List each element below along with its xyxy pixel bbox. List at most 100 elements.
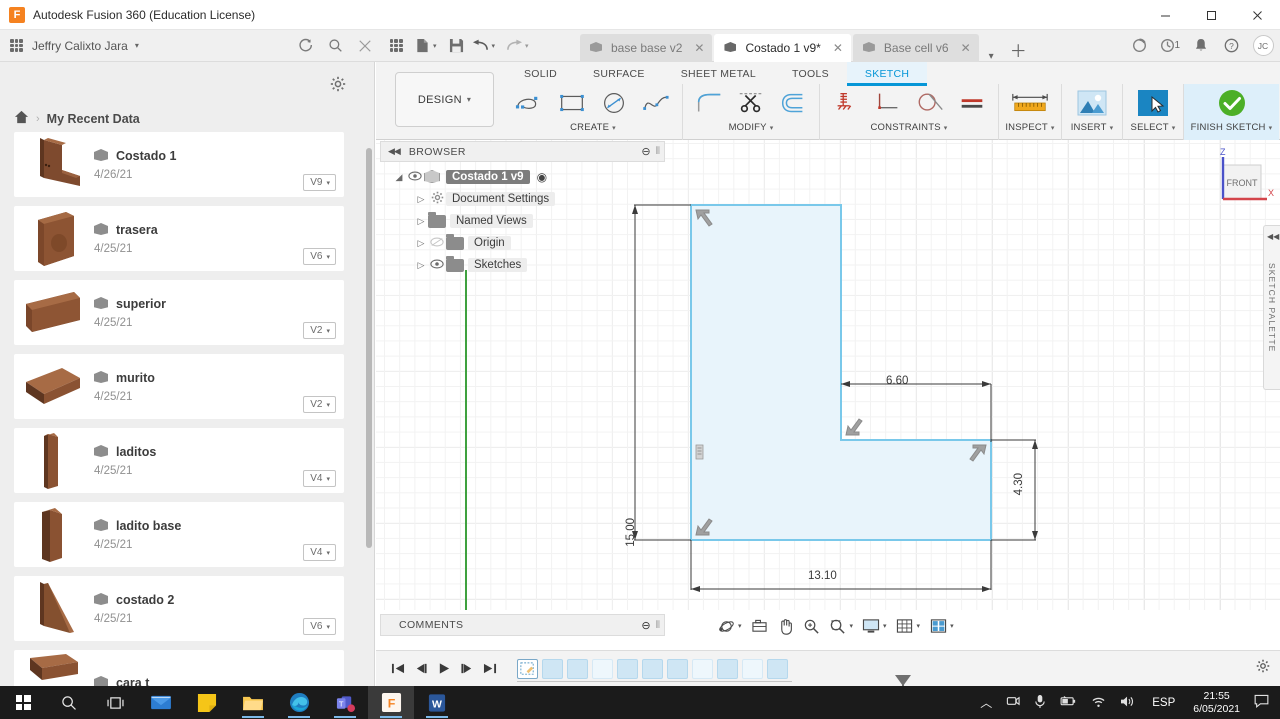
close-search-icon[interactable]: [350, 30, 380, 62]
version-selector[interactable]: V2 ▾: [303, 396, 336, 413]
dimension-value-total-width[interactable]: 13.10: [808, 570, 837, 582]
insert-image-icon[interactable]: [1067, 85, 1117, 121]
green-check-icon[interactable]: [1189, 85, 1274, 121]
data-panel-scrollbar[interactable]: [366, 148, 372, 548]
fillet-icon[interactable]: [688, 85, 730, 121]
clock[interactable]: 21:55 6/05/2021: [1185, 690, 1248, 716]
browser-resize-grip[interactable]: ⦀: [656, 146, 660, 157]
ribbon-group-label[interactable]: CREATE ▾: [570, 122, 616, 133]
browser-node-label[interactable]: Sketches: [468, 258, 528, 272]
chevron-down-icon[interactable]: ▾: [738, 622, 742, 630]
tab-sheet-metal[interactable]: SHEET METAL: [663, 62, 774, 84]
nav-display-settings[interactable]: ▾: [860, 615, 890, 637]
version-selector[interactable]: V4 ▾: [303, 544, 336, 561]
edge-icon[interactable]: [276, 686, 322, 719]
tray-chevron-icon[interactable]: ︿: [973, 694, 999, 711]
minimize-button[interactable]: [1142, 0, 1188, 30]
chevron-down-icon[interactable]: ▾: [950, 622, 954, 630]
measure-icon[interactable]: [1004, 85, 1056, 121]
mail-icon[interactable]: [138, 686, 184, 719]
nav-pan[interactable]: [775, 615, 797, 637]
timeline-feature-node[interactable]: [617, 658, 638, 679]
battery-icon[interactable]: [1053, 695, 1084, 710]
tangent-constraint-icon[interactable]: [909, 85, 951, 121]
ribbon-group-label[interactable]: CONSTRAINTS ▾: [870, 122, 947, 133]
document-tab-0[interactable]: base base v2 ✕: [580, 34, 713, 62]
version-selector[interactable]: V9 ▾: [303, 174, 336, 191]
select-cursor-icon[interactable]: [1128, 85, 1178, 121]
workspace-switcher-button[interactable]: DESIGN ▾: [395, 72, 494, 127]
dimension-value-notch-width[interactable]: 6.60: [886, 375, 908, 387]
expand-arrow-icon[interactable]: ▷: [414, 194, 428, 205]
browser-row-document-settings[interactable]: ▷ Document Settings: [392, 188, 672, 210]
spline-icon[interactable]: [635, 85, 677, 121]
dimension-value-height-left[interactable]: 15.00: [625, 518, 637, 547]
document-tab-2[interactable]: Base cell v6 ✕: [852, 34, 979, 62]
timeline-feature-node[interactable]: [692, 658, 713, 679]
visibility-eye-off-icon[interactable]: [428, 237, 446, 250]
expand-arrow-icon[interactable]: ▷: [414, 216, 428, 227]
ribbon-group-label[interactable]: SELECT ▾: [1131, 122, 1176, 133]
nav-viewports[interactable]: ▾: [927, 615, 957, 637]
circle-icon[interactable]: [593, 85, 635, 121]
browser-root-label[interactable]: Costado 1 v9: [446, 170, 530, 184]
search-icon[interactable]: [46, 686, 92, 719]
user-menu-caret-icon[interactable]: ▾: [135, 41, 139, 50]
visibility-eye-icon[interactable]: [406, 171, 424, 184]
collapse-arrows-icon[interactable]: ◀◀: [388, 146, 401, 157]
dimension-value-notch-height[interactable]: 4.30: [1013, 473, 1025, 495]
timeline-go-to-beginning[interactable]: [386, 656, 409, 682]
list-item[interactable]: costado 2 4/25/21 V6 ▾: [14, 576, 344, 641]
timeline-feature-node[interactable]: [642, 658, 663, 679]
ribbon-group-label[interactable]: MODIFY ▾: [729, 122, 774, 133]
version-selector[interactable]: V6 ▾: [303, 618, 336, 635]
maximize-button[interactable]: [1188, 0, 1234, 30]
visibility-eye-icon[interactable]: [428, 259, 446, 272]
new-tab-button[interactable]: ＋: [1002, 37, 1035, 62]
browser-settings-icon[interactable]: ⊖: [641, 145, 650, 158]
timeline-feature-node[interactable]: [667, 658, 688, 679]
timeline-feature-node[interactable]: [717, 658, 738, 679]
close-icon[interactable]: ✕: [833, 41, 843, 55]
tab-sketch[interactable]: SKETCH: [846, 62, 928, 86]
browser-row-root[interactable]: ◢ Costado 1 v9 ◉: [392, 166, 672, 188]
timeline-feature-node[interactable]: [742, 658, 763, 679]
rectangle-icon[interactable]: [551, 85, 593, 121]
close-button[interactable]: [1234, 0, 1280, 30]
language-indicator[interactable]: ESP: [1142, 697, 1185, 709]
perpendicular-constraint-icon[interactable]: [867, 85, 909, 121]
timeline-go-to-end[interactable]: [478, 656, 501, 682]
fix-constraint-icon[interactable]: [825, 85, 867, 121]
list-item[interactable]: cara t: [14, 650, 344, 686]
recent-data-list[interactable]: Costado 1 4/26/21 V9 ▾ trasera 4/25/21 V…: [14, 132, 359, 686]
nav-zoom[interactable]: [801, 615, 823, 637]
wifi-icon[interactable]: [1084, 695, 1113, 711]
browser-node-label[interactable]: Document Settings: [446, 192, 556, 206]
tab-overflow-caret-icon[interactable]: ▾: [981, 51, 1002, 62]
expand-arrow-icon[interactable]: ◢: [392, 172, 406, 183]
timeline-play[interactable]: [432, 656, 455, 682]
chevron-down-icon[interactable]: ▾: [917, 622, 921, 630]
notifications-bell-icon[interactable]: [1186, 30, 1216, 62]
view-cube[interactable]: FRONT Z X: [1205, 145, 1275, 215]
trim-scissors-icon[interactable]: [730, 85, 772, 121]
timeline-feature-node[interactable]: [567, 658, 588, 679]
nav-grid-snaps[interactable]: ▾: [894, 615, 924, 637]
comments-resize-grip[interactable]: ⦀: [656, 620, 660, 631]
chevron-down-icon[interactable]: ▾: [883, 622, 887, 630]
comments-settings-icon[interactable]: ⊖: [641, 619, 650, 632]
breadcrumb-current[interactable]: My Recent Data: [47, 112, 140, 126]
timeline-feature-node[interactable]: [767, 658, 788, 679]
nav-orbit[interactable]: ▾: [715, 615, 745, 637]
list-item[interactable]: Costado 1 4/26/21 V9 ▾: [14, 132, 344, 197]
offset-icon[interactable]: [772, 85, 814, 121]
chevron-down-icon[interactable]: ▾: [850, 622, 854, 630]
action-center-icon[interactable]: [1248, 694, 1280, 711]
ribbon-group-label[interactable]: FINISH SKETCH ▾: [1191, 122, 1273, 133]
tab-solid[interactable]: SOLID: [506, 62, 575, 84]
timeline-settings-gear-icon[interactable]: [1256, 659, 1270, 676]
browser-row-sketches[interactable]: ▷ Sketches: [392, 254, 672, 276]
list-item[interactable]: superior 4/25/21 V2 ▾: [14, 280, 344, 345]
version-selector[interactable]: V4 ▾: [303, 470, 336, 487]
timeline-track[interactable]: [517, 654, 911, 706]
